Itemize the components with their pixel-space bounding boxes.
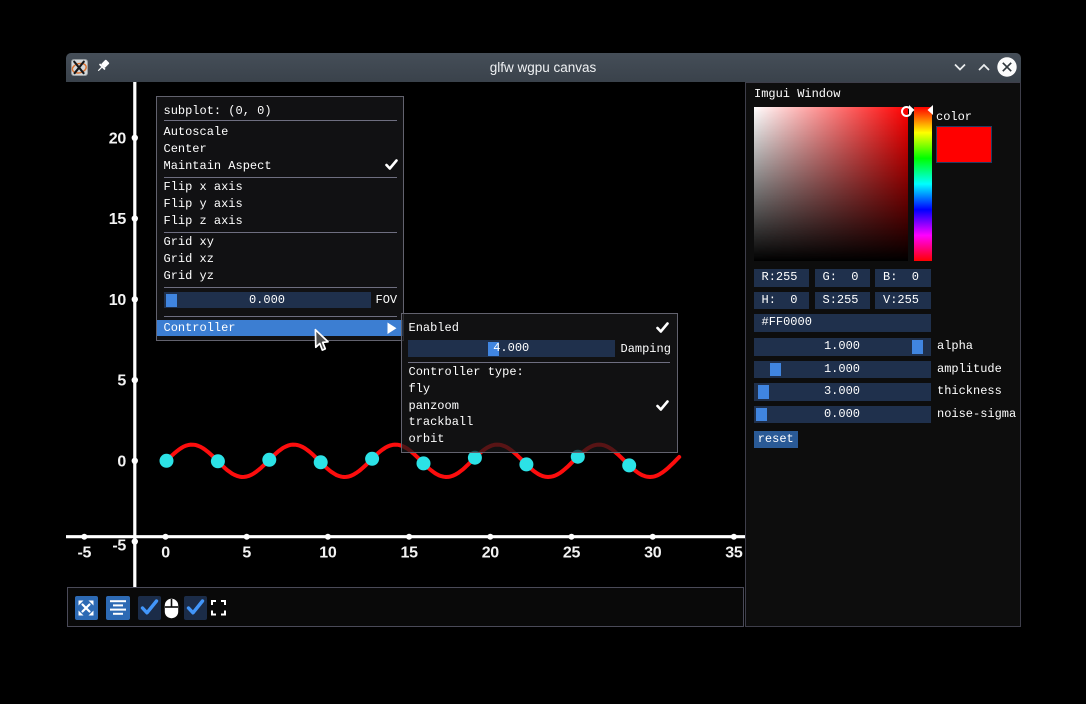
svg-text:20: 20 — [109, 130, 127, 147]
svg-text:25: 25 — [563, 545, 581, 562]
svg-text:0: 0 — [117, 453, 126, 470]
svg-text:0: 0 — [161, 545, 170, 562]
svg-text:-5: -5 — [77, 545, 91, 562]
svg-text:5: 5 — [242, 545, 251, 562]
svg-text:5: 5 — [117, 373, 126, 390]
svg-text:30: 30 — [644, 545, 662, 562]
svg-text:15: 15 — [400, 545, 418, 562]
svg-text:20: 20 — [482, 545, 500, 562]
svg-text:-5: -5 — [112, 538, 126, 555]
svg-text:35: 35 — [725, 545, 743, 562]
svg-text:10: 10 — [109, 292, 127, 309]
svg-text:15: 15 — [109, 211, 127, 228]
svg-text:10: 10 — [319, 545, 337, 562]
